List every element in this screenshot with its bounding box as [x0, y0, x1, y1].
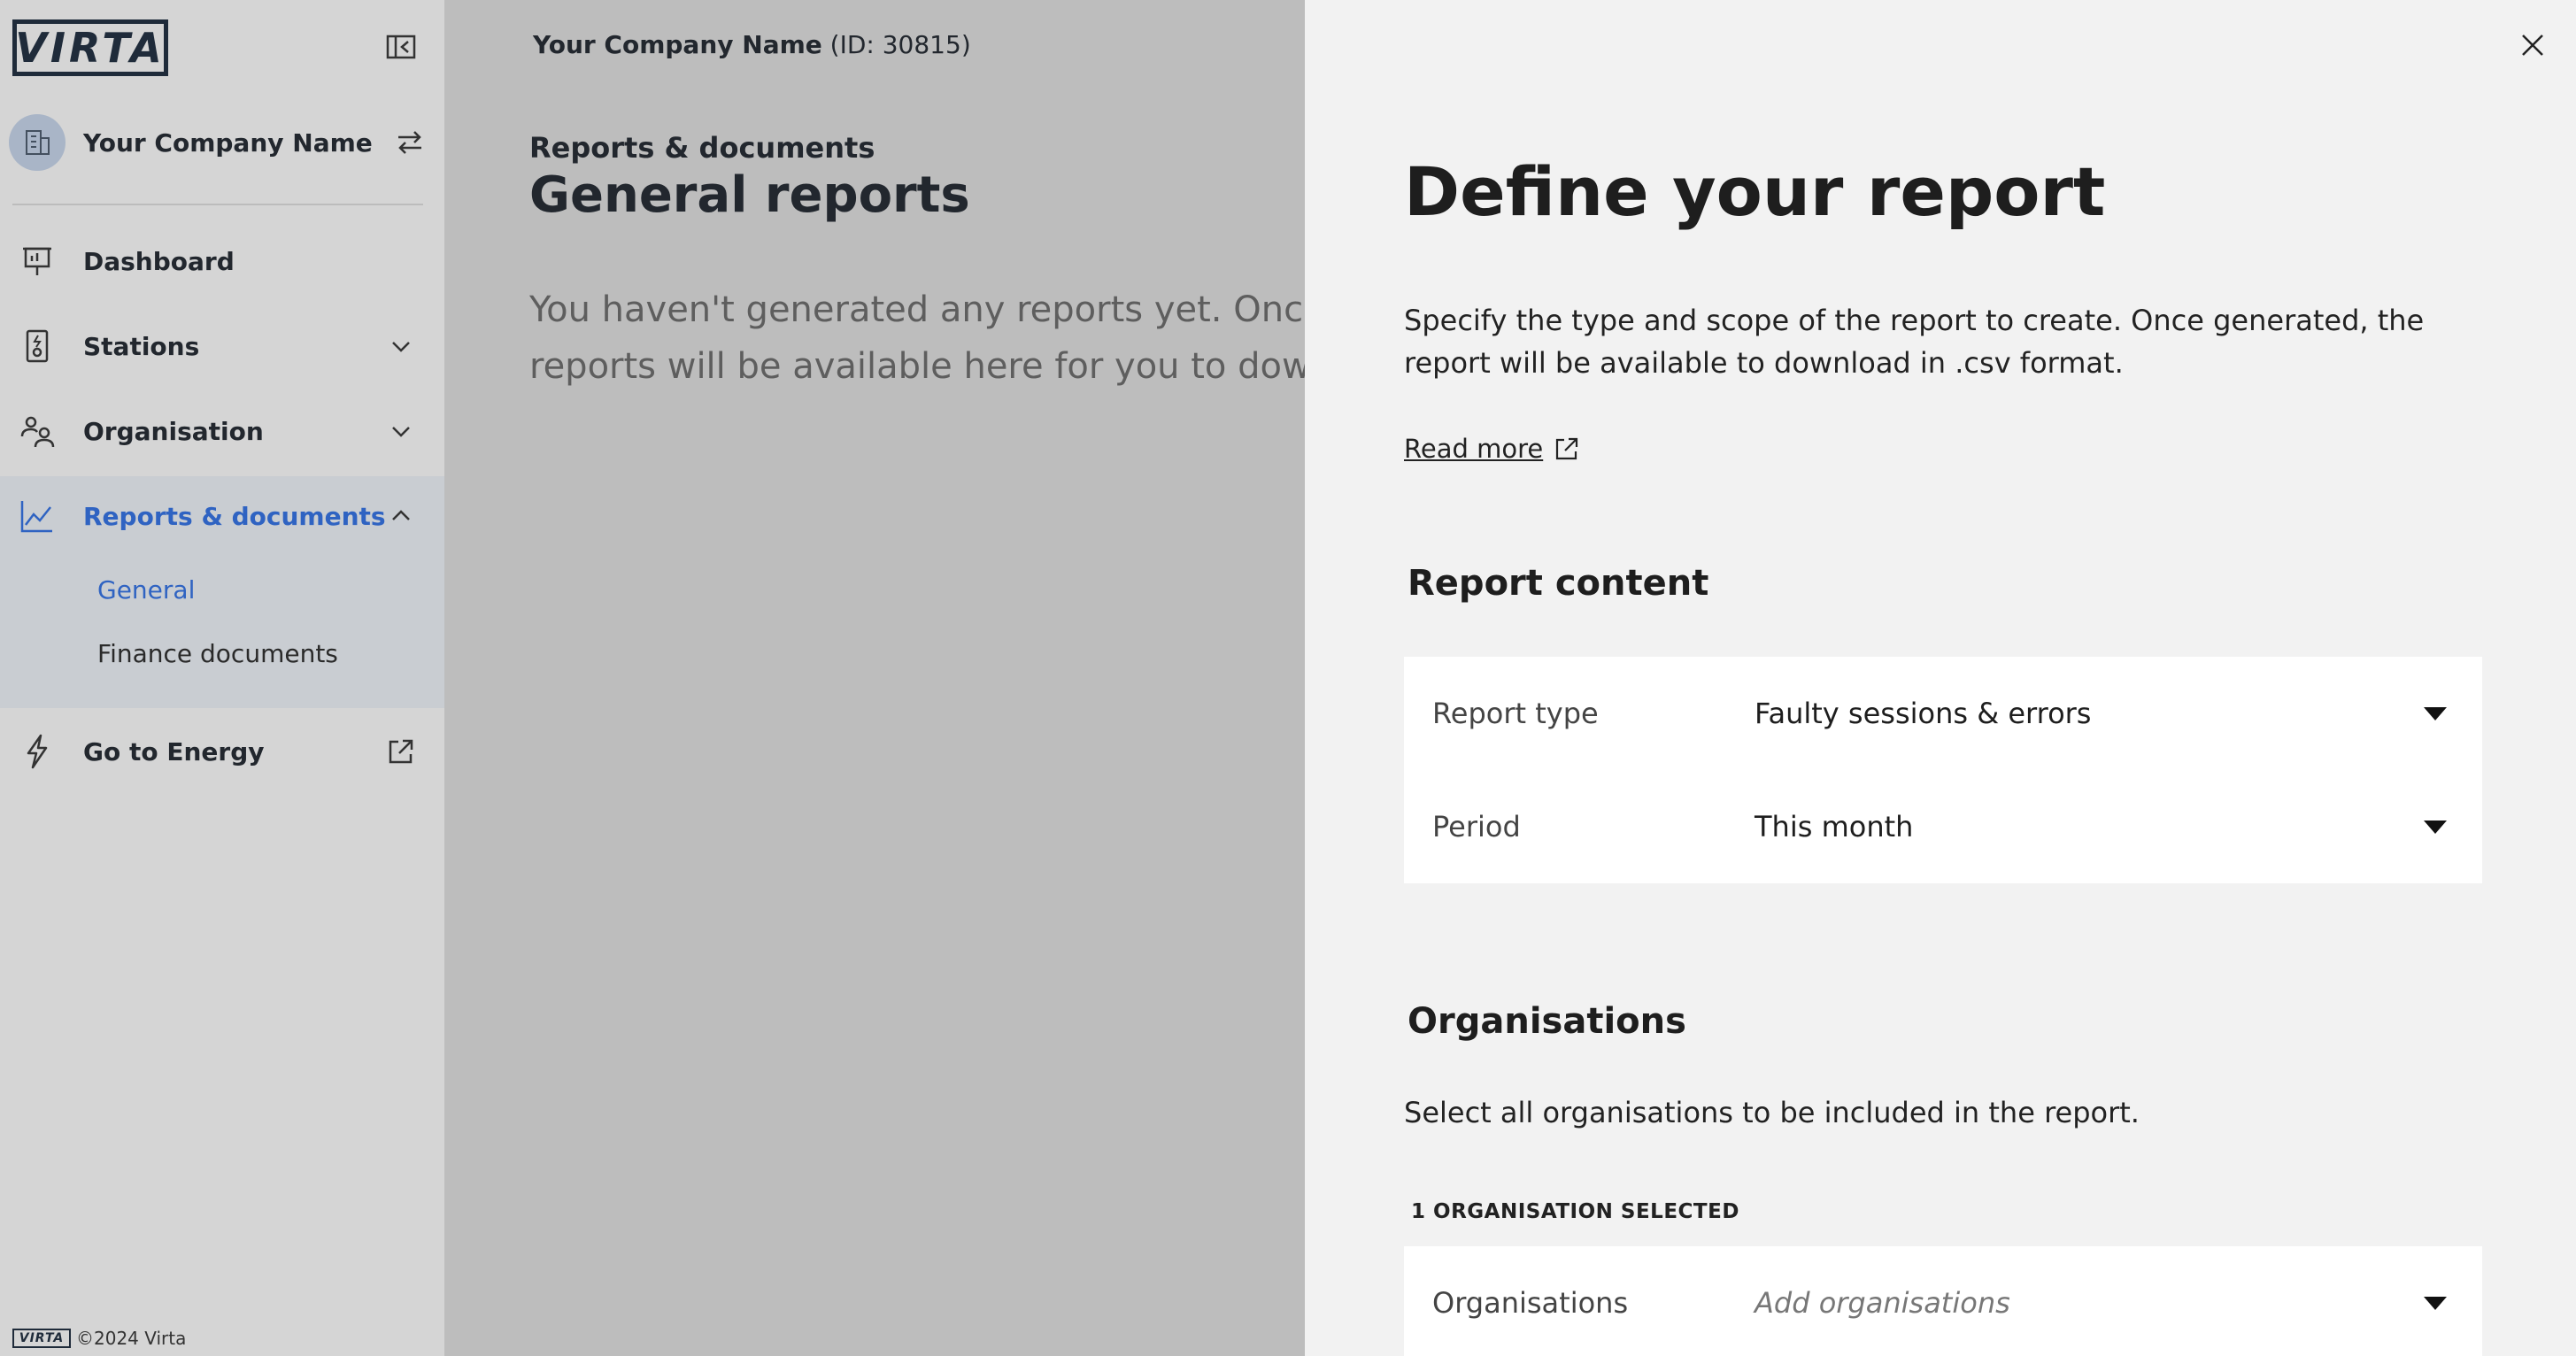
company-name: Your Company Name [83, 127, 373, 158]
organisations-heading: Organisations [1408, 1001, 1686, 1042]
sidebar-subitem-general[interactable]: General [97, 575, 195, 605]
caret-down-icon[interactable] [2424, 1296, 2447, 1310]
header-company-id: (ID: 30815) [821, 30, 971, 59]
avatar [9, 114, 66, 171]
sidebar-footer: VIRTA ©2024 Virta [12, 1328, 186, 1349]
company-switcher[interactable]: Your Company Name [9, 112, 425, 173]
period-label: Period [1432, 810, 1521, 844]
period-select[interactable]: Period This month [1404, 770, 2482, 883]
sidebar-item-dashboard[interactable]: Dashboard [0, 221, 444, 301]
define-report-drawer: Define your report Specify the type and … [1305, 0, 2576, 1356]
organisations-placeholder: Add organisations [1755, 1286, 2010, 1320]
close-icon[interactable] [2518, 30, 2548, 60]
organisations-select[interactable]: Organisations Add organisations [1404, 1246, 2482, 1356]
sidebar-item-label: Dashboard [83, 246, 235, 276]
drawer-description: Specify the type and scope of the report… [1404, 304, 2425, 380]
swap-icon[interactable] [395, 127, 425, 158]
sidebar-item-label: Organisation [83, 416, 264, 446]
virta-mini-logo: VIRTA [12, 1329, 71, 1348]
chevron-down-icon[interactable] [386, 331, 416, 361]
drawer-title: Define your report [1404, 152, 2106, 231]
lightning-icon [27, 734, 48, 769]
report-type-value: Faulty sessions & errors [1755, 697, 2092, 730]
external-link-icon [1556, 437, 1578, 460]
sidebar-divider [12, 204, 423, 205]
reports-nav-group: Reports & documents General Finance docu… [0, 476, 444, 708]
sidebar-item-label: Stations [83, 331, 200, 361]
virta-logo[interactable]: VIRTA [12, 19, 168, 76]
main-content: Your Company Name (ID: 30815) Reports & … [444, 0, 1305, 1356]
organisations-description: Select all organisations to be included … [1404, 1096, 2140, 1129]
presentation-icon [23, 247, 51, 275]
external-link-icon[interactable] [386, 736, 416, 767]
report-type-select[interactable]: Report type Faulty sessions & errors [1404, 657, 2482, 770]
organisations-field-label: Organisations [1432, 1286, 1629, 1320]
report-content-card: Report type Faulty sessions & errors Per… [1404, 657, 2482, 883]
building-icon [26, 130, 50, 155]
caret-down-icon[interactable] [2424, 820, 2447, 834]
sidebar-item-organisation[interactable]: Organisation [0, 391, 444, 471]
chevron-down-icon[interactable] [386, 416, 416, 446]
sidebar-item-label: Reports & documents [83, 501, 386, 531]
sidebar-item-label: Go to Energy [83, 736, 265, 767]
caret-down-icon[interactable] [2424, 706, 2447, 720]
organisations-card: Organisations Add organisations [1404, 1246, 2482, 1356]
read-more-label: Read more [1404, 434, 1544, 464]
empty-state-message: You haven't generated any reports yet. O… [529, 289, 1305, 387]
chart-line-icon [20, 501, 52, 533]
sidebar-item-go-to-energy[interactable]: Go to Energy [0, 712, 444, 791]
report-type-label: Report type [1432, 697, 1599, 730]
read-more-link[interactable]: Read more [1404, 434, 1580, 464]
collapse-sidebar-icon[interactable] [386, 34, 416, 60]
header-company-name: Your Company Name [533, 30, 822, 59]
period-value: This month [1755, 810, 1914, 844]
sidebar-item-stations[interactable]: Stations [0, 306, 444, 386]
page-title: General reports [529, 166, 970, 224]
copyright-text: ©2024 Virta [76, 1328, 187, 1349]
chevron-up-icon[interactable] [386, 501, 416, 531]
header-company: Your Company Name (ID: 30815) [533, 30, 971, 59]
selected-organisations-count: 1 ORGANISATION SELECTED [1411, 1200, 1739, 1223]
sidebar: VIRTA Your Company Name Dashboard Statio… [0, 0, 444, 1356]
sidebar-subitem-finance-documents[interactable]: Finance documents [97, 639, 338, 668]
sidebar-item-reports[interactable]: Reports & documents [0, 476, 444, 556]
breadcrumb: Reports & documents [529, 131, 875, 165]
logo-text: VIRTA [15, 24, 166, 72]
charging-station-icon [26, 329, 49, 363]
report-content-heading: Report content [1408, 563, 1709, 604]
users-icon [20, 416, 55, 448]
